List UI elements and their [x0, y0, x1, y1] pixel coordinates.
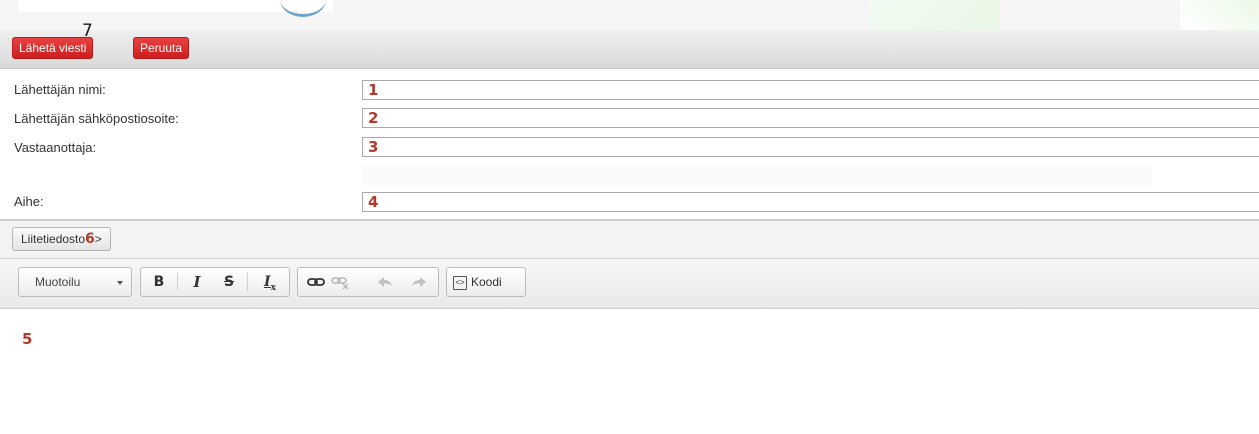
sender-name-label: Lähettäjän nimi:: [14, 82, 106, 97]
annotation-marker-2: 2: [368, 109, 379, 127]
toolbar-separator: [177, 273, 178, 291]
attachment-button-suffix: >: [94, 232, 102, 246]
toolbar-separator: [247, 273, 248, 291]
annotation-marker-4: 4: [368, 193, 379, 211]
format-dropdown[interactable]: Muotoilu: [18, 267, 132, 297]
source-code-icon: <>: [453, 275, 467, 290]
sender-email-input[interactable]: 2: [362, 108, 1259, 128]
recipient-label: Vastaanottaja:: [14, 140, 97, 155]
cancel-button[interactable]: Peruuta: [133, 37, 190, 59]
attachment-button[interactable]: Liitetiedosto6>: [12, 227, 111, 251]
unlink-icon[interactable]: [330, 274, 350, 290]
attachment-bar: Liitetiedosto6>: [0, 221, 1259, 259]
italic-button[interactable]: I: [189, 273, 205, 291]
redo-icon[interactable]: [410, 274, 430, 290]
sender-name-input[interactable]: 1: [362, 80, 1259, 100]
sender-email-label: Lähettäjän sähköpostiosoite:: [14, 111, 179, 126]
subject-input[interactable]: 4: [362, 192, 1259, 212]
link-icon[interactable]: [306, 274, 326, 290]
link-history-group: [297, 267, 439, 297]
recipient-suggestions-area: [362, 165, 1152, 185]
strikethrough-button[interactable]: S: [221, 273, 237, 291]
basic-styles-group: B I S Ix: [140, 267, 290, 297]
subject-label: Aihe:: [14, 194, 44, 209]
remove-format-button[interactable]: Ix: [259, 273, 281, 293]
annotation-marker-1: 1: [368, 81, 379, 99]
remove-format-subscript: x: [270, 282, 276, 293]
annotation-marker-6: 6: [85, 231, 95, 247]
chevron-down-icon: [117, 281, 123, 285]
recipient-input[interactable]: 3: [362, 137, 1259, 157]
page-top-strip: [0, 0, 1259, 30]
background-decoration: [870, 0, 1000, 30]
attachment-button-label: Liitetiedosto: [21, 232, 86, 246]
annotation-marker-5: 5: [22, 330, 33, 348]
action-bar: Lähetä viesti Peruuta: [0, 30, 1259, 69]
source-code-button[interactable]: <> Koodi: [453, 273, 502, 291]
undo-icon[interactable]: [374, 274, 394, 290]
editor-toolbar: Muotoilu B I S Ix <> Koodi: [0, 259, 1259, 309]
message-editor[interactable]: 5: [0, 309, 1259, 434]
format-dropdown-label: Muotoilu: [35, 275, 81, 289]
bold-button[interactable]: B: [151, 273, 167, 291]
annotation-marker-7: 7: [82, 21, 93, 41]
source-group: <> Koodi: [446, 267, 526, 297]
source-code-label: Koodi: [471, 275, 502, 289]
background-decoration: [1180, 0, 1259, 30]
logo-arc: [280, 0, 326, 17]
annotation-marker-3: 3: [368, 138, 379, 156]
